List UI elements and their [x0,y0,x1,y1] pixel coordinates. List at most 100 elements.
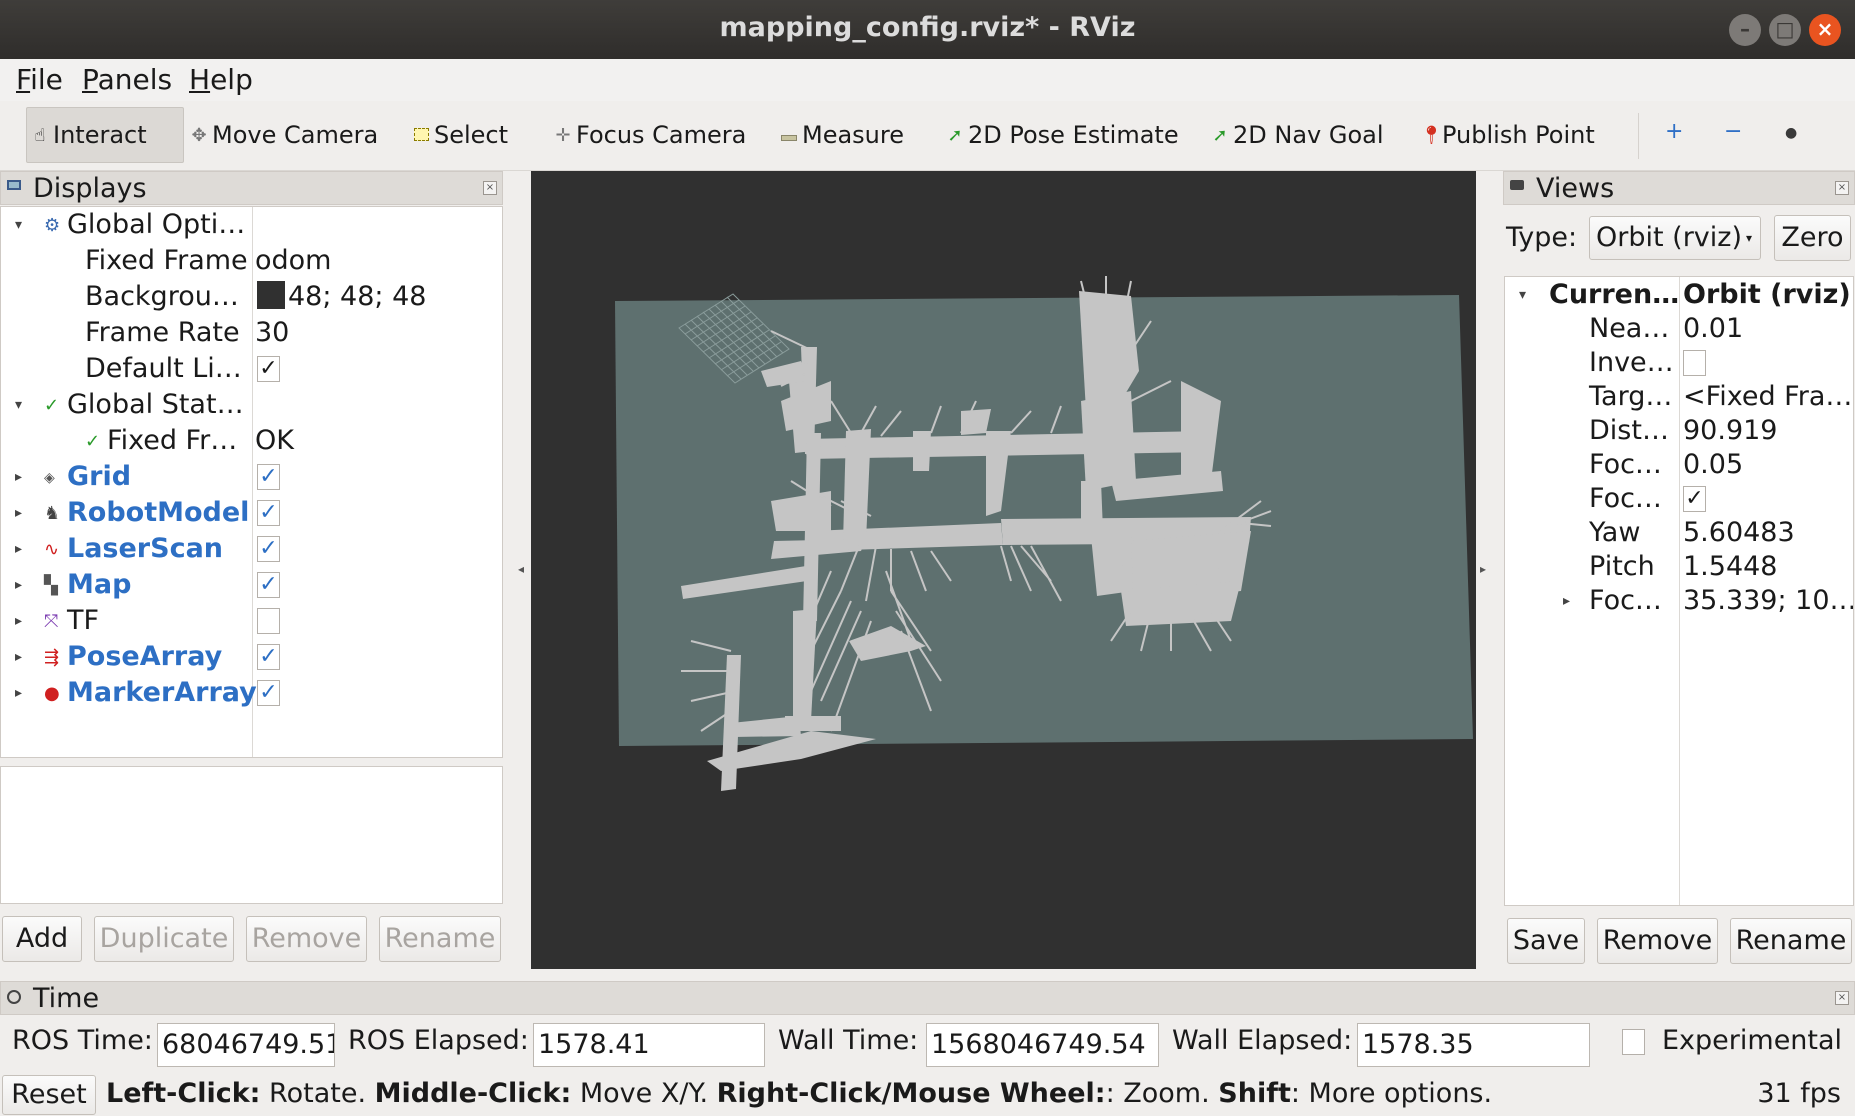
menu-help[interactable]: Help [189,63,253,96]
expand-arrow-icon[interactable]: ▸ [15,541,22,557]
nav-goal-tool[interactable]: ➚ 2D Nav Goal [1211,107,1383,163]
tree-row-fixed-frame[interactable]: Fixed Frame odom [1,245,502,281]
tree-row-focal-shape-fixed[interactable]: Foc… ✓ [1505,483,1853,519]
close-panel-icon[interactable]: × [1835,181,1849,195]
expand-arrow-icon[interactable]: ▾ [15,217,22,233]
tree-row-fixed-frame-status[interactable]: ✓ Fixed Fr… OK [1,425,502,461]
duplicate-display-button[interactable]: Duplicate [94,916,234,962]
tree-row-focal-point[interactable]: ▸ Foc… 35.339; 10… [1505,585,1853,621]
expand-arrow-icon[interactable]: ▸ [15,577,22,593]
minimize-button[interactable]: – [1729,14,1761,46]
displays-tree: ▾ ⚙ Global Opti… Fixed Frame odom Backgr… [0,206,503,758]
tree-row-near-clip[interactable]: Nea… 0.01 [1505,313,1853,349]
focus-camera-icon: ✛ [555,124,571,146]
tree-row-pitch[interactable]: Pitch 1.5448 [1505,551,1853,587]
measure-tool[interactable]: Measure [780,107,904,163]
monitor-icon [7,180,23,196]
tree-row-invert-z[interactable]: Inve… [1505,347,1853,383]
focus-camera-tool[interactable]: ✛ Focus Camera [554,107,746,163]
expand-arrow-icon[interactable]: ▸ [1563,593,1570,609]
tree-row-posearray[interactable]: ▸ ⇶ PoseArray ✓ [1,641,502,677]
close-panel-icon[interactable]: × [483,181,497,195]
add-display-button[interactable]: Add [2,916,82,962]
clock-icon [7,990,23,1006]
menu-file[interactable]: File [16,63,63,96]
title-bar: mapping_config.rviz* - RViz – □ × [0,0,1855,59]
expand-arrow-icon[interactable]: ▸ [15,469,22,485]
status-bar: Reset Left-Click: Rotate. Middle-Click: … [0,1075,1855,1116]
tree-row-yaw[interactable]: Yaw 5.60483 [1505,517,1853,553]
map-pin-icon: 📍︎ [1420,124,1443,146]
laser-icon: ∿ [44,539,60,560]
status-message: Left-Click: Rotate. Middle-Click: Move X… [106,1078,1493,1109]
menu-panels[interactable]: Panels [82,63,172,96]
close-panel-icon[interactable]: × [1835,991,1849,1005]
remove-tool-button[interactable]: − [1724,119,1742,144]
rename-view-button[interactable]: Rename [1730,918,1852,964]
tree-row-tf[interactable]: ▸ ⤧ TF [1,605,502,641]
checkbox[interactable]: ✓ [257,536,280,562]
tree-row-current-view[interactable]: ▾ Curren… Orbit (rviz) [1505,279,1853,315]
ros-elapsed-field[interactable]: 1578.41 [533,1023,765,1067]
interact-tool[interactable]: ☝ Interact [26,107,184,163]
tree-row-focal-shape-size[interactable]: Foc… 0.05 [1505,449,1853,485]
wall-elapsed-field[interactable]: 1578.35 [1357,1023,1590,1067]
expand-arrow-icon[interactable]: ▸ [15,613,22,629]
checkbox[interactable]: ✓ [1683,486,1706,512]
expand-arrow-icon[interactable]: ▾ [15,397,22,413]
publish-point-tool[interactable]: 📍︎ Publish Point [1420,107,1595,163]
tree-row-default-light[interactable]: Default Li… ✓ [1,353,502,389]
tree-row-background[interactable]: Backgrou… 48; 48; 48 [1,281,502,317]
pose-estimate-tool[interactable]: ➚ 2D Pose Estimate [946,107,1178,163]
checkbox[interactable]: ✓ [257,356,280,382]
fps-readout: 31 fps [1757,1078,1841,1109]
select-tool[interactable]: Select [412,107,508,163]
select-icon [412,125,430,146]
checkbox[interactable] [1683,350,1706,376]
move-camera-icon: ✥ [191,124,207,146]
tree-row-global-options[interactable]: ▾ ⚙ Global Opti… [1,209,502,245]
expand-arrow-icon[interactable]: ▾ [1519,287,1526,303]
reset-button[interactable]: Reset [2,1075,96,1115]
map-icon: ▚ [44,575,58,596]
rename-display-button[interactable]: Rename [379,916,501,962]
tree-row-grid[interactable]: ▸ ◈ Grid ✓ [1,461,502,497]
eye-icon[interactable]: ● [1785,125,1797,141]
remove-view-button[interactable]: Remove [1597,918,1718,964]
checkbox[interactable]: ✓ [257,680,280,706]
tree-row-map[interactable]: ▸ ▚ Map ✓ [1,569,502,605]
map-render [615,276,1473,791]
checkbox[interactable]: ✓ [257,500,280,526]
expand-arrow-icon[interactable]: ▸ [15,685,22,701]
close-button[interactable]: × [1809,14,1841,46]
maximize-button[interactable]: □ [1769,14,1801,46]
tree-row-global-status[interactable]: ▾ ✓ Global Stat… [1,389,502,425]
expand-arrow-icon[interactable]: ▸ [15,649,22,665]
expand-arrow-icon[interactable]: ▸ [15,505,22,521]
checkbox[interactable] [257,608,280,634]
tree-row-frame-rate[interactable]: Frame Rate 30 [1,317,502,353]
wall-time-field[interactable]: 1568046749.54 [926,1023,1159,1067]
tree-row-target-frame[interactable]: Targ… <Fixed Fra… [1505,381,1853,417]
checkbox[interactable]: ✓ [257,644,280,670]
add-tool-button[interactable]: + [1665,119,1683,144]
move-camera-tool[interactable]: ✥ Move Camera [190,107,378,163]
render-viewport[interactable] [531,171,1476,969]
axes-icon: ⤧ [44,611,59,632]
checkbox[interactable]: ✓ [257,464,280,490]
ros-time-field[interactable]: 68046749.51 [157,1023,335,1067]
zero-button[interactable]: Zero [1774,215,1851,261]
save-view-button[interactable]: Save [1507,918,1585,964]
view-type-select[interactable]: Orbit (rviz) ▾ [1589,216,1761,260]
tree-row-robotmodel[interactable]: ▸ ♞ RobotModel ✓ [1,497,502,533]
color-swatch[interactable] [257,281,285,309]
remove-display-button[interactable]: Remove [246,916,367,962]
experimental-checkbox[interactable] [1622,1029,1645,1055]
pose-array-icon: ⇶ [44,647,60,668]
tree-row-laserscan[interactable]: ▸ ∿ LaserScan ✓ [1,533,502,569]
collapse-right-handle[interactable]: ▸ [1480,562,1486,576]
collapse-left-handle[interactable]: ◂ [518,562,524,576]
checkbox[interactable]: ✓ [257,572,280,598]
tree-row-distance[interactable]: Dist… 90.919 [1505,415,1853,451]
tree-row-markerarray[interactable]: ▸ ● MarkerArray ✓ [1,677,502,713]
